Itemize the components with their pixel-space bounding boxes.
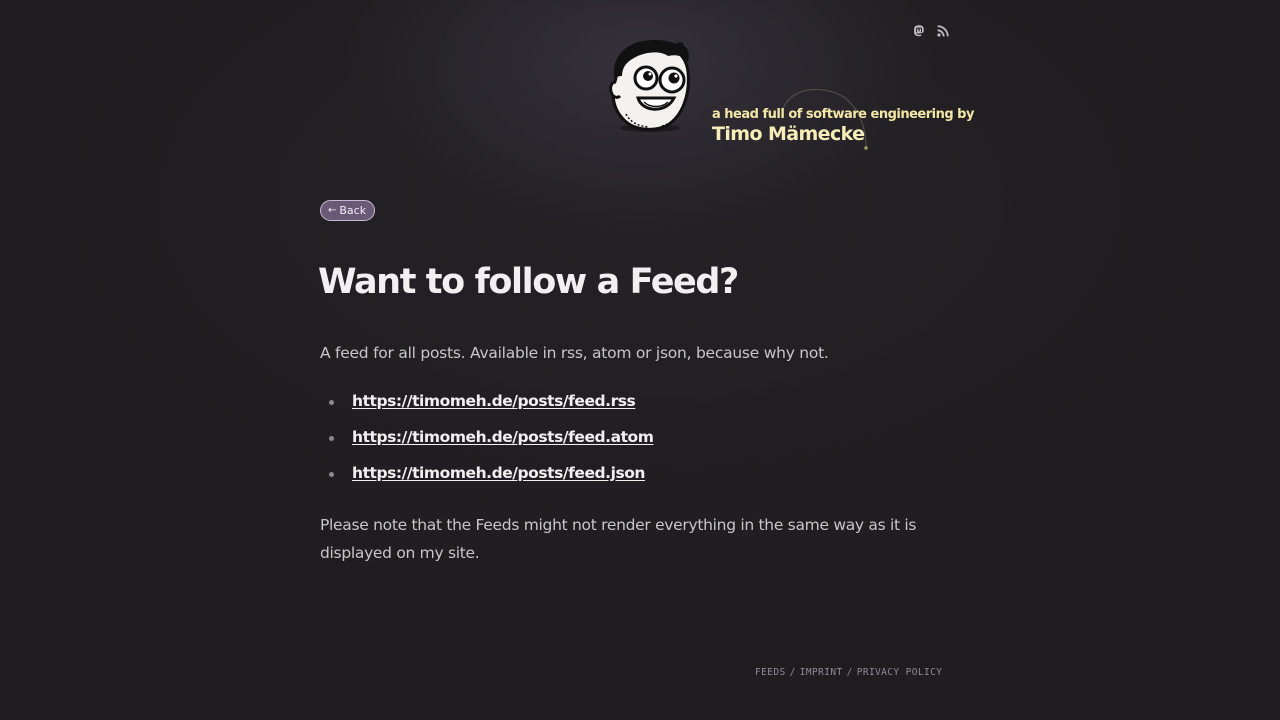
bullet-icon bbox=[329, 472, 334, 477]
avatar[interactable] bbox=[604, 38, 694, 134]
bullet-icon bbox=[329, 400, 334, 405]
feed-link-json[interactable]: https://timomeh.de/posts/feed.json bbox=[352, 464, 645, 482]
mastodon-icon[interactable] bbox=[912, 24, 926, 38]
bullet-icon bbox=[329, 436, 334, 441]
rss-icon[interactable] bbox=[936, 24, 950, 38]
list-item: https://timomeh.de/posts/feed.atom bbox=[320, 428, 654, 464]
back-button-label: Back bbox=[339, 204, 367, 217]
list-item: https://timomeh.de/posts/feed.json bbox=[320, 464, 653, 500]
footer-separator: / bbox=[789, 667, 796, 678]
arrow-left-icon: ← bbox=[328, 205, 337, 216]
site-tagline: a head full of software engineering by bbox=[712, 107, 974, 122]
footer-separator: / bbox=[846, 667, 853, 678]
feed-link-atom[interactable]: https://timomeh.de/posts/feed.atom bbox=[352, 428, 654, 446]
footer-link-feeds[interactable]: FEEDS bbox=[755, 667, 786, 678]
list-item: https://timomeh.de/posts/feed.rss bbox=[320, 392, 653, 428]
site-owner-name[interactable]: Timo Mämecke bbox=[712, 123, 865, 145]
feed-link-rss[interactable]: https://timomeh.de/posts/feed.rss bbox=[352, 392, 636, 410]
intro-text: A feed for all posts. Available in rss, … bbox=[320, 344, 829, 362]
feed-list: https://timomeh.de/posts/feed.rss https:… bbox=[320, 392, 654, 500]
footer-link-privacy-policy[interactable]: PRIVACY POLICY bbox=[857, 667, 943, 678]
back-button[interactable]: ← Back bbox=[320, 200, 376, 221]
page-title: Want to follow a Feed? bbox=[318, 262, 739, 302]
note-text: Please note that the Feeds might not ren… bbox=[320, 516, 917, 562]
footer-link-imprint[interactable]: IMPRINT bbox=[800, 667, 843, 678]
footer-nav: FEEDS / IMPRINT / PRIVACY POLICY bbox=[755, 667, 942, 678]
header-social-links bbox=[912, 24, 950, 38]
